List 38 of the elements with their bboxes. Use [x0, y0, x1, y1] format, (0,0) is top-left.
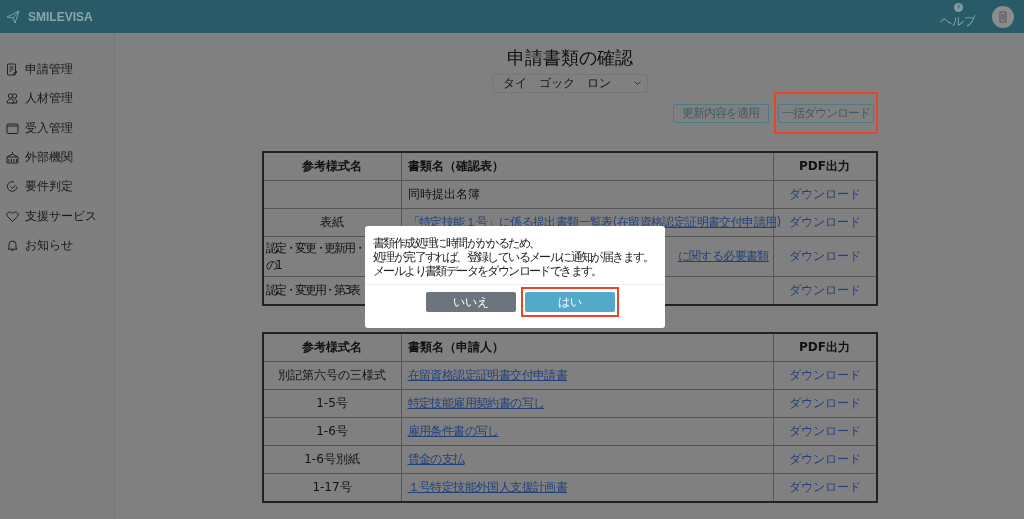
download-link[interactable]: ダウンロード	[788, 215, 861, 229]
document-link[interactable]: 賃金の支払	[407, 452, 465, 466]
sidebar-item[interactable]: 人材管理	[0, 84, 114, 114]
column-header: 書類名（申請人）	[401, 333, 773, 362]
help-button[interactable]: ヘルプ	[940, 3, 976, 30]
brand-name: SMILEVISA	[28, 9, 93, 24]
document-link[interactable]: 雇用条件書の写し	[407, 424, 499, 438]
cancel-button[interactable]: いいえ	[425, 292, 516, 312]
table-cell: 別記第六号の三様式	[262, 361, 401, 390]
sidebar-item[interactable]: 要件判定	[0, 172, 114, 202]
sidebar-item[interactable]: お知らせ	[0, 230, 114, 261]
document-name: 同時提出名簿	[407, 187, 480, 201]
check-circle-icon	[6, 180, 19, 194]
sidebar-item[interactable]: 外部機関	[0, 142, 114, 173]
sidebar-item[interactable]: 申請管理	[0, 55, 114, 85]
bell-icon	[6, 238, 19, 252]
avatar-button[interactable]	[992, 5, 1014, 28]
sidebar-item[interactable]: 支援サービス	[0, 201, 114, 231]
help-icon	[953, 3, 963, 12]
calendar-icon	[6, 121, 19, 135]
applicant-select[interactable]: タイ ゴック ロン	[491, 74, 648, 93]
table-cell: 1-6号別紙	[262, 445, 401, 474]
column-header: 参考様式名	[262, 333, 401, 362]
confirm-button[interactable]: はい	[524, 292, 615, 312]
document-link[interactable]: に関する必要書類	[677, 249, 769, 263]
chevron-down-icon	[633, 81, 641, 86]
heart-icon	[6, 209, 19, 223]
paper-plane-icon	[6, 9, 20, 24]
document-link[interactable]: 特定技能雇用契約書の写し	[407, 396, 545, 410]
document-icon	[6, 63, 19, 77]
action-button[interactable]: 更新内容を適用	[672, 104, 769, 123]
people-icon	[6, 92, 19, 106]
column-header: 書類名（確認表）	[401, 152, 773, 181]
table-cell: 1-5号	[262, 389, 401, 418]
table-cell: 1-6号	[262, 417, 401, 446]
column-header: 参考様式名	[262, 152, 401, 181]
sidebar-item[interactable]: 受入管理	[0, 113, 114, 143]
page-title: 申請書類の確認	[506, 46, 633, 70]
